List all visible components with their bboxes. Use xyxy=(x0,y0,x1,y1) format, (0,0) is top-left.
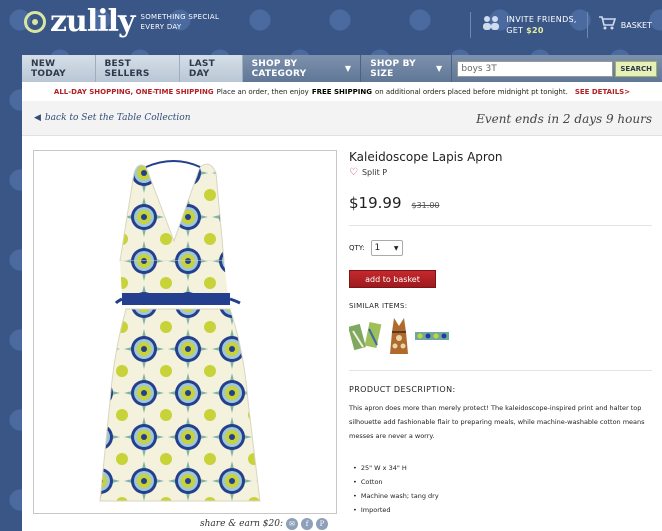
email-icon[interactable]: ✉ xyxy=(286,518,299,530)
basket-link[interactable]: BASKET xyxy=(598,15,652,35)
product-details: Kaleidoscope Lapis Apron ♡ Split P $19.9… xyxy=(349,150,652,524)
logo-text: zulily xyxy=(50,4,135,39)
promo-text-end: on additional orders placed before midni… xyxy=(374,87,568,96)
similar-items-label: SIMILAR ITEMS: xyxy=(349,302,408,310)
spec-item: Cotton xyxy=(349,475,652,489)
see-details-link[interactable]: SEE DETAILS> xyxy=(575,88,630,96)
similar-item-apron[interactable] xyxy=(389,316,409,356)
people-icon xyxy=(481,15,501,35)
description-label: PRODUCT DESCRIPTION: xyxy=(349,385,456,394)
flower-logo-icon xyxy=(24,10,46,33)
promo-text: Place an order, then enjoy xyxy=(216,87,309,96)
invite-text: INVITE FRIENDS, xyxy=(506,15,577,24)
add-to-basket-button[interactable]: add to basket xyxy=(349,270,436,288)
product-description: This apron does more than merely protect… xyxy=(349,404,645,440)
chevron-left-icon: ◀ xyxy=(34,113,41,123)
chevron-down-icon: ▼ xyxy=(436,64,443,73)
brand-name[interactable]: Split P xyxy=(362,168,387,177)
invite-get: GET xyxy=(506,26,524,35)
search-area: SEARCH xyxy=(452,55,662,82)
tagline: SOMETHING SPECIAL EVERY DAY xyxy=(140,12,220,32)
quantity-select[interactable]: 1 ▼ xyxy=(370,240,403,256)
similar-item-towels[interactable] xyxy=(349,321,383,351)
nav-new-today[interactable]: NEW TODAY xyxy=(22,55,96,82)
invite-amount: $20 xyxy=(526,26,544,35)
event-countdown: Event ends in 2 days 9 hours xyxy=(476,112,652,126)
back-link[interactable]: ◀ back to Set the Table Collection xyxy=(34,113,191,123)
tagline-line-1: SOMETHING SPECIAL xyxy=(140,12,220,21)
product-specs: 25" W x 34" H Cotton Machine wash; tang … xyxy=(349,461,652,517)
product-image[interactable] xyxy=(33,150,337,514)
nav-shop-by-size[interactable]: SHOP BY SIZE ▼ xyxy=(361,55,453,82)
share-label: share & earn $20: xyxy=(200,519,284,529)
spec-item: Machine wash; tang dry xyxy=(349,489,652,503)
main-nav: NEW TODAY BEST SELLERS LAST DAY SHOP BY … xyxy=(22,55,662,82)
nav-best-sellers[interactable]: BEST SELLERS xyxy=(96,55,180,82)
similar-item-runner[interactable] xyxy=(415,329,449,343)
pinterest-icon[interactable]: P xyxy=(316,518,329,530)
similar-items xyxy=(349,316,652,371)
quantity-row: QTY: 1 ▼ xyxy=(349,240,652,256)
header-divider xyxy=(586,12,588,38)
event-bar: ◀ back to Set the Table Collection Event … xyxy=(22,101,662,136)
qty-value: 1 xyxy=(374,243,381,253)
header-divider xyxy=(470,12,472,38)
nav-shop-by-category[interactable]: SHOP BY CATEGORY ▼ xyxy=(242,55,362,82)
qty-label: QTY: xyxy=(349,244,365,252)
original-price: $31.00 xyxy=(411,201,440,210)
brand-row: ♡ Split P xyxy=(349,167,652,178)
promo-free-shipping: FREE SHIPPING xyxy=(311,87,372,96)
nav-category-label: SHOP BY CATEGORY xyxy=(251,58,307,79)
tagline-line-2: EVERY DAY xyxy=(140,22,182,31)
invite-friends-link[interactable]: INVITE FRIENDS, GET $20 xyxy=(481,14,577,36)
price-row: $19.99 $31.00 xyxy=(349,194,652,226)
share-bar: share & earn $20: ✉ f P xyxy=(200,518,329,530)
back-link-text: back to Set the Table Collection xyxy=(44,113,191,123)
search-button[interactable]: SEARCH xyxy=(615,60,658,77)
sale-price: $19.99 xyxy=(349,194,402,212)
heart-icon[interactable]: ♡ xyxy=(349,167,358,178)
apron-image xyxy=(99,160,261,502)
header-actions: INVITE FRIENDS, GET $20 BASKET xyxy=(460,12,652,38)
facebook-icon[interactable]: f xyxy=(301,518,314,530)
basket-label: BASKET xyxy=(620,20,652,30)
promo-headline: ALL-DAY SHOPPING, ONE-TIME SHIPPING xyxy=(53,87,214,96)
spec-item: Imported xyxy=(349,503,652,517)
chevron-down-icon: ▼ xyxy=(344,64,352,73)
cart-icon xyxy=(598,15,616,35)
nav-size-label: SHOP BY SIZE xyxy=(370,58,416,79)
site-header: zulily SOMETHING SPECIAL EVERY DAY INVIT… xyxy=(0,0,662,54)
product-title: Kaleidoscope Lapis Apron xyxy=(349,150,503,164)
nav-last-day[interactable]: LAST DAY xyxy=(180,55,243,82)
spec-item: 25" W x 34" H xyxy=(349,461,652,475)
chevron-down-icon: ▼ xyxy=(393,244,399,252)
promo-banner: ALL-DAY SHOPPING, ONE-TIME SHIPPING Plac… xyxy=(22,82,662,102)
main-panel: ◀ back to Set the Table Collection Event … xyxy=(22,101,662,531)
zulily-logo[interactable]: zulily SOMETHING SPECIAL EVERY DAY xyxy=(24,4,220,39)
search-input[interactable] xyxy=(457,60,614,77)
